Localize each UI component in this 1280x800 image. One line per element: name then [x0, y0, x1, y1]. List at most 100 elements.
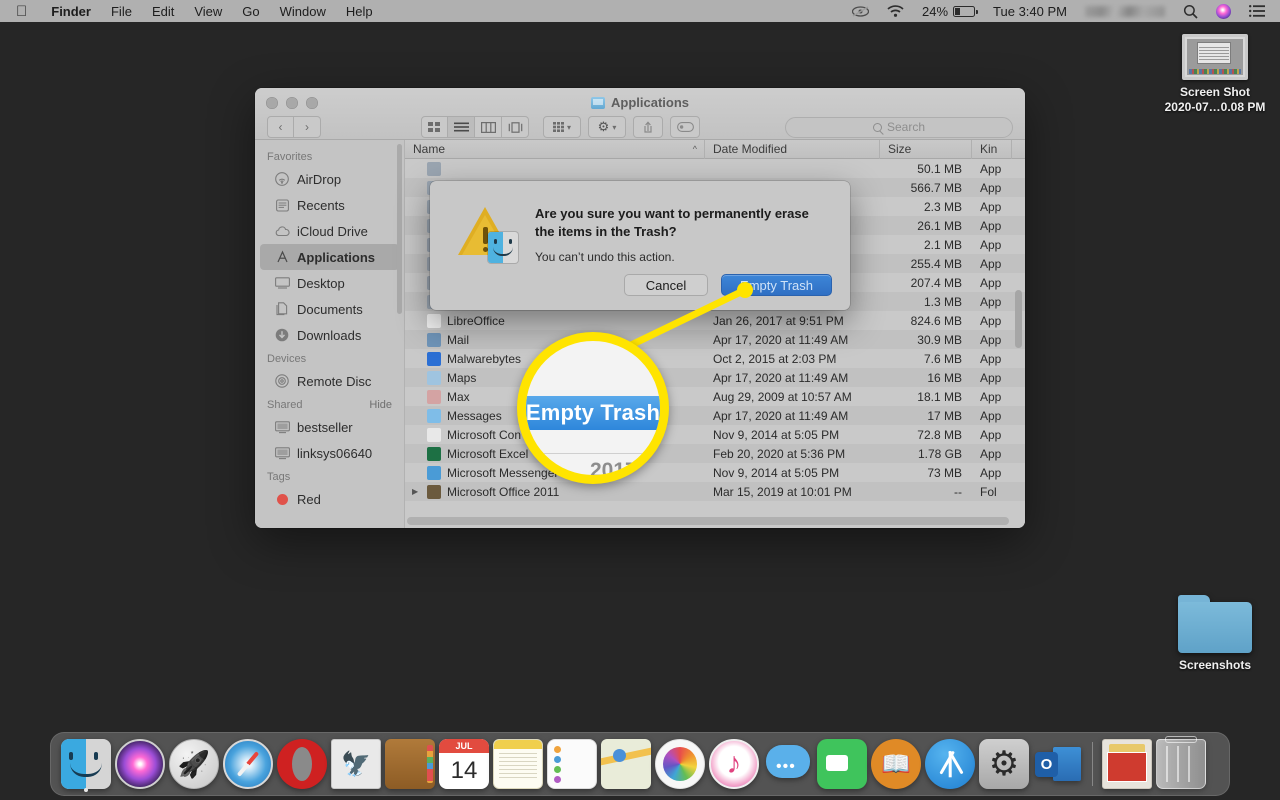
group-by-icon[interactable]: ▾	[543, 116, 581, 138]
table-row[interactable]: Microsoft Con Nov 9, 2014 at 5:05 PM 72.8 …	[405, 425, 1025, 444]
sidebar-hide-button[interactable]: Hide	[369, 399, 392, 411]
dock-item-facetime[interactable]	[815, 737, 869, 791]
file-list-column-headers[interactable]: Name ^ Date Modified Size Kin	[405, 140, 1025, 159]
table-row[interactable]: Mail Apr 17, 2020 at 11:49 AM 30.9 MB App	[405, 330, 1025, 349]
battery-status[interactable]: 24%	[913, 4, 984, 19]
finder-toolbar[interactable]: ‹ › ▾ ⚙ ▾ Search	[255, 114, 1025, 140]
toolbar-action-group[interactable]: ▾ ⚙ ▾	[543, 116, 700, 138]
sidebar-item-applications[interactable]: Applications	[260, 244, 399, 270]
vertical-scrollbar[interactable]	[1015, 290, 1022, 348]
dock-item-mail[interactable]	[329, 737, 383, 791]
sidebar-item-tag-red[interactable]: Red	[260, 486, 399, 512]
horizontal-scrollbar[interactable]	[407, 517, 1009, 525]
sidebar-item-desktop[interactable]: Desktop	[260, 270, 399, 296]
empty-trash-button[interactable]: Empty Trash	[721, 274, 832, 296]
dock-item-launchpad[interactable]	[167, 737, 221, 791]
notification-center-icon[interactable]	[1240, 5, 1274, 17]
view-mode-segmented-control[interactable]	[421, 116, 529, 138]
dock-item-opera[interactable]	[275, 737, 329, 791]
desktop-icon-screenshot-file[interactable]: Screen Shot 2020-07…0.08 PM	[1155, 34, 1275, 115]
table-row[interactable]: Max Aug 29, 2009 at 10:57 AM 18.1 MB App	[405, 387, 1025, 406]
dock-item-system-preferences[interactable]	[977, 737, 1031, 791]
back-button[interactable]: ‹	[267, 116, 294, 138]
cell-size: 72.8 MB	[917, 427, 962, 442]
menu-item-file[interactable]: File	[101, 4, 142, 19]
dock-item-trash[interactable]	[1154, 736, 1208, 791]
dock-item-contacts[interactable]	[383, 737, 437, 791]
dock-item-messages[interactable]: •••	[761, 737, 815, 791]
screenshot-thumbnail-icon	[1182, 34, 1248, 80]
search-field[interactable]: Search	[785, 116, 1013, 138]
file-icon	[427, 332, 441, 347]
dock-item-outlook[interactable]: O	[1031, 737, 1085, 791]
forward-button[interactable]: ›	[294, 116, 321, 138]
sidebar-item-downloads[interactable]: Downloads	[260, 322, 399, 348]
dock-item-maps[interactable]	[599, 737, 653, 791]
apple-logo-icon[interactable]: 	[0, 4, 41, 19]
tags-icon[interactable]	[670, 116, 700, 138]
table-row[interactable]: 50.1 MB App	[405, 159, 1025, 178]
dialog-buttons[interactable]: Cancel Empty Trash	[624, 274, 832, 296]
table-row[interactable]: Microsoft Messenger Nov 9, 2014 at 5:05 P…	[405, 463, 1025, 482]
column-header-name[interactable]: Name ^	[405, 140, 705, 159]
disclosure-triangle-icon[interactable]: ▶	[412, 487, 421, 496]
dock-item-safari[interactable]	[221, 737, 275, 791]
share-icon[interactable]	[633, 116, 663, 138]
sidebar-item-bestseller[interactable]: bestseller	[260, 414, 399, 440]
dock-item-photos[interactable]	[653, 737, 707, 791]
table-row[interactable]: Maps Apr 17, 2020 at 11:49 AM 16 MB App	[405, 368, 1025, 387]
table-row[interactable]: Microsoft Excel Feb 20, 2020 at 5:36 PM 1.…	[405, 444, 1025, 463]
file-icon	[427, 161, 441, 176]
dock-item-itunes[interactable]	[707, 737, 761, 791]
icon-view-icon[interactable]	[421, 116, 448, 138]
user-name-redacted[interactable]	[1076, 5, 1174, 17]
nav-buttons[interactable]: ‹ ›	[267, 116, 321, 138]
dock-item-calendar[interactable]: JUL 14	[437, 737, 491, 791]
table-row[interactable]: ▶ Microsoft Office 2011 Mar 15, 2019 at 10…	[405, 482, 1025, 501]
column-header-size[interactable]: Size	[880, 140, 972, 159]
dock-item-notes[interactable]	[491, 737, 545, 791]
dock-item-finder[interactable]	[59, 737, 113, 792]
wifi-icon[interactable]	[878, 5, 913, 17]
dock-item-downloads[interactable]	[1100, 737, 1154, 791]
desktop-icon-screenshots-folder[interactable]: Screenshots	[1155, 595, 1275, 673]
sidebar-item-documents[interactable]: Documents	[260, 296, 399, 322]
sidebar-item-label: Downloads	[297, 327, 362, 343]
sidebar-item-remote-disc[interactable]: Remote Disc	[260, 368, 399, 394]
table-row[interactable]: Malwarebytes Oct 2, 2015 at 2:03 PM 7.6 MB…	[405, 349, 1025, 368]
menu-item-go[interactable]: Go	[232, 4, 269, 19]
dock-item-books[interactable]	[869, 737, 923, 791]
column-header-kind[interactable]: Kin	[972, 140, 1012, 159]
action-gear-icon[interactable]: ⚙ ▾	[588, 116, 626, 138]
dock[interactable]: JUL 14 ••• O	[50, 732, 1230, 796]
empty-trash-confirmation-dialog[interactable]: Are you sure you want to permanently era…	[430, 181, 850, 310]
clock[interactable]: Tue 3:40 PM	[984, 4, 1076, 19]
finder-titlebar[interactable]: Applications ‹ › ▾ ⚙ ▾ Search	[255, 88, 1025, 140]
table-row[interactable]: LibreOffice Jan 26, 2017 at 9:51 PM 824.6 …	[405, 311, 1025, 330]
spotlight-search-icon[interactable]	[1174, 4, 1207, 19]
menu-item-edit[interactable]: Edit	[142, 4, 184, 19]
menu-item-help[interactable]: Help	[336, 4, 383, 19]
sidebar-item-airdrop[interactable]: AirDrop	[260, 166, 399, 192]
cancel-button[interactable]: Cancel	[624, 274, 709, 296]
menu-item-view[interactable]: View	[184, 4, 232, 19]
gallery-view-icon[interactable]	[502, 116, 529, 138]
sidebar-item-icloud-drive[interactable]: iCloud Drive	[260, 218, 399, 244]
do-not-disturb-icon[interactable]	[843, 5, 878, 17]
red-tag-icon	[274, 491, 290, 507]
dock-item-siri[interactable]	[113, 737, 167, 791]
siri-icon[interactable]	[1207, 3, 1240, 19]
column-view-icon[interactable]	[475, 116, 502, 138]
list-view-icon[interactable]	[448, 116, 475, 138]
dock-item-app-store[interactable]	[923, 737, 977, 791]
finder-sidebar[interactable]: Favorites AirDrop Recents iCloud Drive A…	[255, 140, 405, 528]
menu-item-window[interactable]: Window	[270, 4, 336, 19]
sidebar-item-recents[interactable]: Recents	[260, 192, 399, 218]
sidebar-item-linksys06640[interactable]: linksys06640	[260, 440, 399, 466]
menu-item-finder[interactable]: Finder	[41, 4, 101, 19]
dock-item-reminders[interactable]	[545, 737, 599, 791]
sidebar-scrollbar[interactable]	[397, 144, 402, 314]
table-row[interactable]: Messages Apr 17, 2020 at 11:49 AM 17 MB App	[405, 406, 1025, 425]
column-header-date-modified[interactable]: Date Modified	[705, 140, 880, 159]
window-title-label: Applications	[610, 95, 689, 110]
